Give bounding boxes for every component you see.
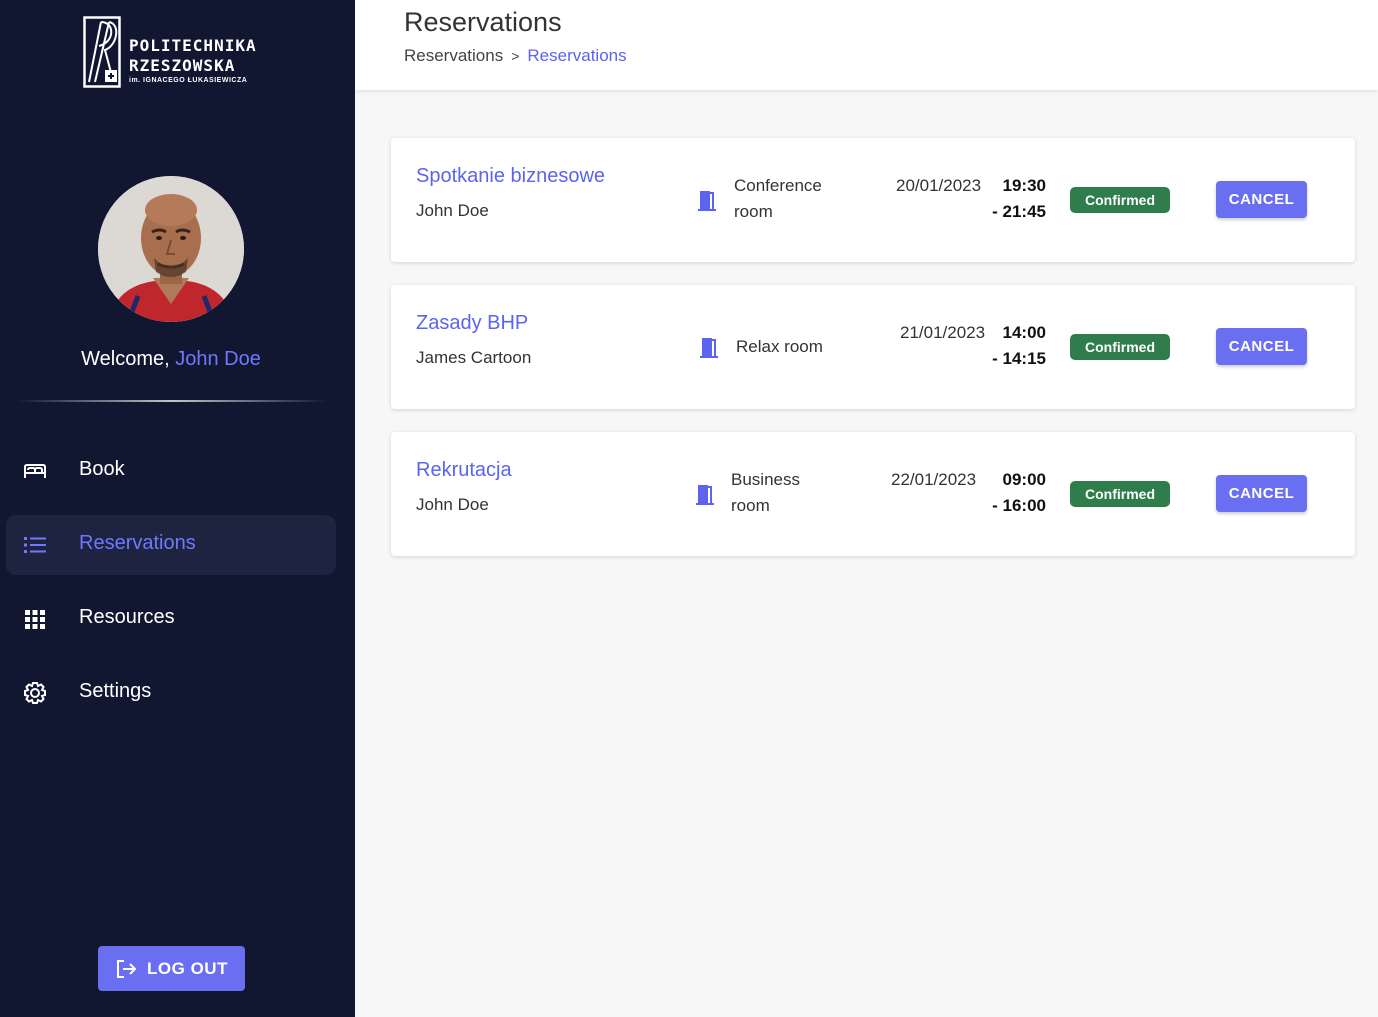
logo-text-line1: POLITECHNIKA: [129, 36, 257, 55]
reservation-title[interactable]: Rekrutacja: [416, 459, 512, 482]
reservation-owner: John Doe: [416, 495, 489, 514]
logout-icon: [117, 959, 137, 978]
reservation-card: Zasady BHP James Cartoon Relax room 21/0…: [391, 285, 1355, 409]
door-icon: [698, 191, 716, 211]
avatar: [98, 176, 244, 322]
sidebar-item-label: Resources: [79, 606, 175, 628]
breadcrumb-separator-icon: >: [511, 48, 520, 64]
cancel-button[interactable]: CANCEL: [1216, 181, 1307, 218]
bed-icon: [24, 464, 46, 478]
page-header: Reservations Reservations > Reservations: [355, 0, 1378, 90]
reservation-start-time: 09:00: [1002, 470, 1046, 489]
logo-text-line3: im. IGNACEGO ŁUKASIEWICZA: [129, 77, 248, 84]
grid-icon: [25, 610, 45, 629]
sidebar-item-label: Book: [79, 458, 125, 480]
cancel-button[interactable]: CANCEL: [1216, 328, 1307, 365]
logout-label: LOG OUT: [147, 958, 228, 978]
room-name: Conference room: [734, 176, 822, 221]
reservation-end-time: - 16:00: [992, 496, 1046, 515]
sidebar-item-reservations[interactable]: Reservations: [6, 515, 336, 575]
welcome-label: Welcome,: [81, 348, 170, 370]
breadcrumb-current[interactable]: Reservations: [527, 46, 626, 66]
door-icon: [700, 338, 718, 358]
status-badge: Confirmed: [1070, 481, 1170, 507]
welcome-message: Welcome, John Doe: [0, 348, 342, 371]
sidebar-item-label: Settings: [79, 680, 152, 702]
reservation-date: 20/01/2023: [896, 176, 982, 195]
logo-mark-icon: [83, 16, 121, 88]
gear-icon: [24, 682, 46, 704]
door-icon: [696, 485, 714, 505]
reservation-owner: James Cartoon: [416, 348, 532, 367]
university-logo: POLITECHNIKA RZESZOWSKA im. IGNACEGO ŁUK…: [83, 16, 273, 88]
reservation-owner: John Doe: [416, 201, 489, 220]
reservation-card: Rekrutacja John Doe Business room 22/01/…: [391, 432, 1355, 556]
list-icon: [24, 537, 46, 553]
cancel-button[interactable]: CANCEL: [1216, 475, 1307, 512]
room-name: Business room: [731, 470, 800, 515]
sidebar-item-book[interactable]: Book: [6, 441, 336, 501]
reservation-end-time: - 14:15: [992, 349, 1046, 368]
logo-text-line2: RZESZOWSKA: [129, 56, 236, 75]
sidebar-item-label: Reservations: [79, 532, 196, 554]
reservation-title[interactable]: Spotkanie biznesowe: [416, 165, 605, 188]
breadcrumb-item[interactable]: Reservations: [404, 46, 503, 66]
room-name: Relax room: [736, 337, 823, 356]
logout-button[interactable]: LOG OUT: [98, 946, 245, 991]
sidebar-item-resources[interactable]: Resources: [6, 589, 336, 649]
status-badge: Confirmed: [1070, 334, 1170, 360]
breadcrumb: Reservations > Reservations: [404, 46, 627, 66]
page-title: Reservations: [404, 7, 562, 37]
reservation-card: Spotkanie biznesowe John Doe Conference …: [391, 138, 1355, 262]
status-badge: Confirmed: [1070, 187, 1170, 213]
reservation-date: 22/01/2023: [891, 470, 977, 489]
reservation-start-time: 14:00: [1002, 323, 1046, 342]
reservation-start-time: 19:30: [1002, 176, 1046, 195]
user-name: John Doe: [175, 348, 261, 370]
reservation-date: 21/01/2023: [900, 323, 986, 342]
sidebar-item-settings[interactable]: Settings: [6, 663, 336, 723]
reservation-end-time: - 21:45: [992, 202, 1046, 221]
sidebar: POLITECHNIKA RZESZOWSKA im. IGNACEGO ŁUK…: [0, 0, 355, 1017]
sidebar-divider: [16, 400, 328, 402]
reservation-title[interactable]: Zasady BHP: [416, 312, 528, 335]
